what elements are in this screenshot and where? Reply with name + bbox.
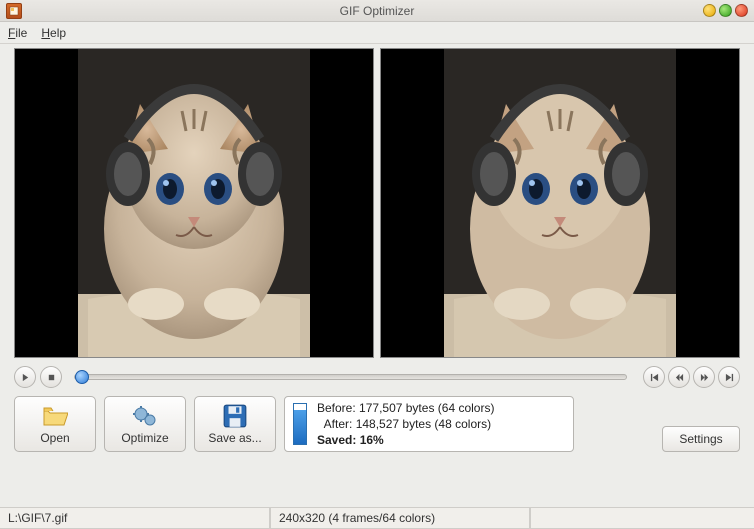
play-button[interactable] xyxy=(14,366,36,388)
status-dimensions: 240x320 (4 frames/64 colors) xyxy=(270,508,530,529)
before-value: 177,507 bytes (64 colors) xyxy=(359,401,494,415)
action-row: Open Optimize Save as... Before: 177,507… xyxy=(0,396,754,460)
saved-label: Saved: xyxy=(317,433,356,447)
preview-original xyxy=(14,48,374,358)
stop-button[interactable] xyxy=(40,366,62,388)
first-frame-button[interactable] xyxy=(643,366,665,388)
settings-button-label: Settings xyxy=(679,432,722,446)
next-frame-button[interactable] xyxy=(693,366,715,388)
folder-open-icon xyxy=(42,404,68,428)
frame-slider[interactable] xyxy=(74,374,627,380)
info-after: After: 148,527 bytes (48 colors) xyxy=(317,416,494,432)
savings-bar xyxy=(293,403,307,445)
settings-button[interactable]: Settings xyxy=(662,426,740,452)
preview-row xyxy=(0,44,754,364)
last-frame-button[interactable] xyxy=(718,366,740,388)
window-title: GIF Optimizer xyxy=(0,4,754,18)
after-value: 148,527 bytes (48 colors) xyxy=(356,417,491,431)
menu-help[interactable]: Help xyxy=(41,26,66,40)
slider-thumb[interactable] xyxy=(75,370,89,384)
optimized-image xyxy=(444,49,676,357)
titlebar: GIF Optimizer xyxy=(0,0,754,22)
status-filepath: L:\GIF\7.gif xyxy=(0,508,270,529)
open-button[interactable]: Open xyxy=(14,396,96,452)
save-as-button[interactable]: Save as... xyxy=(194,396,276,452)
playback-controls xyxy=(0,364,754,396)
saved-value: 16% xyxy=(360,433,384,447)
after-label: After: xyxy=(324,417,353,431)
optimize-button-label: Optimize xyxy=(121,431,168,445)
open-button-label: Open xyxy=(40,431,69,445)
optimize-button[interactable]: Optimize xyxy=(104,396,186,452)
menu-file[interactable]: File xyxy=(8,26,27,40)
original-image xyxy=(78,49,310,357)
info-before: Before: 177,507 bytes (64 colors) xyxy=(317,400,494,416)
preview-optimized xyxy=(380,48,740,358)
menubar: File Help xyxy=(0,22,754,44)
save-as-button-label: Save as... xyxy=(208,431,261,445)
before-label: Before: xyxy=(317,401,356,415)
floppy-disk-icon xyxy=(222,404,248,428)
prev-frame-button[interactable] xyxy=(668,366,690,388)
status-empty xyxy=(530,508,754,529)
info-saved: Saved: 16% xyxy=(317,432,494,448)
info-panel: Before: 177,507 bytes (64 colors) After:… xyxy=(284,396,574,452)
savings-bar-fill xyxy=(294,410,306,444)
statusbar: L:\GIF\7.gif 240x320 (4 frames/64 colors… xyxy=(0,507,754,529)
gears-icon xyxy=(132,404,158,428)
